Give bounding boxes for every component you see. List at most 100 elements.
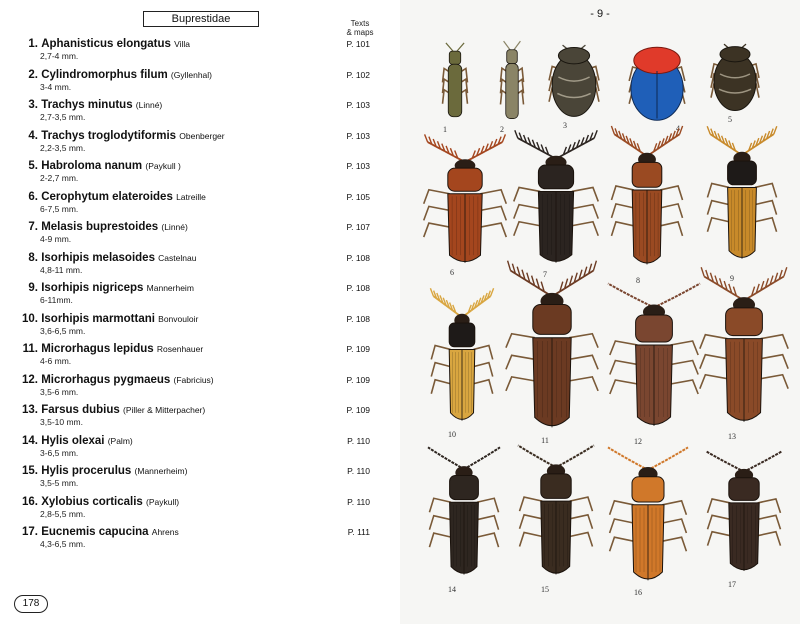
species-size: 3-4 mm. [40, 82, 72, 92]
species-page-ref: P. 110 [347, 436, 370, 446]
beetle-illustration-11 [504, 260, 600, 434]
species-name: Hylis olexai [41, 435, 105, 447]
species-name: Melasis buprestoides [41, 221, 159, 233]
species-name: Farsus dubius [41, 404, 120, 416]
beetle-illustration-3 [548, 36, 600, 118]
species-entry: 10. Isorhipis marmottani Bonvouloir 3,6-6… [14, 313, 384, 336]
species-size: 2,2-3,5 mm. [40, 143, 86, 153]
species-page-ref: P. 101 [346, 39, 370, 49]
species-page-ref: P. 103 [346, 131, 370, 141]
entry-number: 6. [28, 191, 38, 203]
beetle-illustration-10 [429, 287, 495, 426]
beetle-illustration-8 [610, 125, 684, 270]
entry-number: 10. [22, 313, 38, 325]
beetle-illustration-9 [706, 125, 778, 264]
species-entry: 2. Cylindromorphus filum (Gyllenhal) 3-4 … [14, 69, 384, 92]
species-size: 4,3-6,5 mm. [40, 539, 86, 549]
species-entry: 16. Xylobius corticalis (Paykull) 2,8-5,5… [14, 496, 384, 519]
left-page: Buprestidae Texts & maps 1. Aphanisticus… [0, 0, 400, 624]
species-page-ref: P. 109 [346, 405, 370, 415]
species-page-ref: P. 109 [346, 375, 370, 385]
species-entry: 12. Microrhagus pygmaeus (Fabricius) 3,5-… [14, 374, 384, 397]
entry-number: 9. [28, 282, 38, 294]
species-author: Rosenhauer [156, 344, 204, 354]
family-title: Buprestidae [143, 11, 259, 27]
species-author: Bonvouloir [158, 314, 199, 324]
entry-number: 1. [28, 38, 38, 50]
plate-figure-label: 1 [443, 125, 447, 134]
entry-number: 15. [22, 465, 38, 477]
texts-maps-heading: Texts & maps [340, 19, 380, 37]
species-author: (Fabricius) [173, 375, 214, 385]
entry-number: 2. [28, 69, 38, 81]
species-size: 3,5-5 mm. [40, 478, 79, 488]
species-size: 3,6-6,5 mm. [40, 326, 86, 336]
page-number-right: - 9 - [590, 8, 610, 20]
species-size: 3,5-6 mm. [40, 387, 79, 397]
plate-figure-label: 12 [634, 437, 642, 446]
beetle-illustration-13 [698, 267, 790, 428]
species-author: Villa [174, 39, 191, 49]
species-page-ref: P. 111 [347, 527, 370, 537]
species-author: (Mannerheim) [134, 466, 188, 476]
plate-figure-label: 6 [450, 268, 454, 277]
species-page-ref: P. 108 [346, 314, 370, 324]
page-number-left: 178 [14, 595, 48, 613]
species-page-ref: P. 105 [346, 192, 370, 202]
species-entry: 7. Melasis buprestoides (Linné) 4-9 mm. P.… [14, 221, 384, 244]
plate-figure-label: 16 [634, 588, 642, 597]
entry-number: 11. [22, 343, 38, 355]
species-entry: 9. Isorhipis nigriceps Mannerheim 6-11mm.… [14, 282, 384, 305]
species-entry: 1. Aphanisticus elongatus Villa 2,7-4 mm.… [14, 38, 384, 61]
species-page-ref: P. 110 [347, 466, 370, 476]
species-size: 2,7-4 mm. [40, 51, 79, 61]
species-author: Castelnau [158, 253, 197, 263]
species-name: Habroloma nanum [41, 160, 143, 172]
species-size: 3-6,5 mm. [40, 448, 79, 458]
species-name: Isorhipis nigriceps [41, 282, 144, 294]
plate-figure-label: 5 [728, 115, 732, 124]
book-spread: Buprestidae Texts & maps 1. Aphanisticus… [0, 0, 800, 624]
species-author: (Paykull) [146, 497, 180, 507]
species-size: 4-6 mm. [40, 356, 72, 366]
plate-figure-label: 10 [448, 430, 456, 439]
beetle-illustration-7 [512, 129, 600, 268]
species-author: (Linné) [135, 100, 163, 110]
species-name: Aphanisticus elongatus [41, 38, 171, 50]
species-name: Cerophytum elateroides [41, 191, 173, 203]
plate-figure-label: 14 [448, 585, 456, 594]
species-name: Cylindromorphus filum [41, 69, 168, 81]
species-size: 2,8-5,5 mm. [40, 509, 86, 519]
species-page-ref: P. 108 [346, 283, 370, 293]
maps-label: & maps [346, 28, 374, 37]
species-entry: 14. Hylis olexai (Palm) 3-6,5 mm. P. 110 [14, 435, 384, 458]
beetle-illustration-16 [607, 446, 689, 586]
beetle-illustration-17 [705, 450, 783, 576]
species-author: Obenberger [179, 131, 225, 141]
species-name: Isorhipis marmottani [41, 313, 155, 325]
beetle-illustration-1 [441, 38, 469, 120]
plate-figure-label: 15 [541, 585, 549, 594]
texts-label: Texts [350, 19, 370, 28]
species-size: 4-9 mm. [40, 234, 72, 244]
species-author: Mannerheim [146, 283, 194, 293]
species-entry: 6. Cerophytum elateroides Latreille 6-7,5… [14, 191, 384, 214]
species-name: Microrhagus lepidus [41, 343, 154, 355]
species-author: Ahrens [151, 527, 179, 537]
plate-figure-label: 17 [728, 580, 736, 589]
species-page-ref: P. 103 [346, 100, 370, 110]
entry-number: 7. [28, 221, 38, 233]
species-author: Latreille [176, 192, 206, 202]
entry-number: 13. [22, 404, 38, 416]
species-author: (Palm) [107, 436, 133, 446]
species-size: 6-11mm. [40, 295, 73, 305]
species-author: (Piller & Mitterpacher) [123, 405, 206, 415]
species-page-ref: P. 107 [346, 222, 370, 232]
entry-number: 14. [22, 435, 38, 447]
species-page-ref: P. 103 [346, 161, 370, 171]
species-entry: 8. Isorhipis melasoides Castelnau 4,8-11 … [14, 252, 384, 275]
plate-figure-label: 13 [728, 432, 736, 441]
species-entry: 4. Trachys troglodytiformis Obenberger 2,… [14, 130, 384, 153]
species-name: Xylobius corticalis [41, 496, 143, 508]
beetle-illustration-4 [628, 34, 686, 122]
